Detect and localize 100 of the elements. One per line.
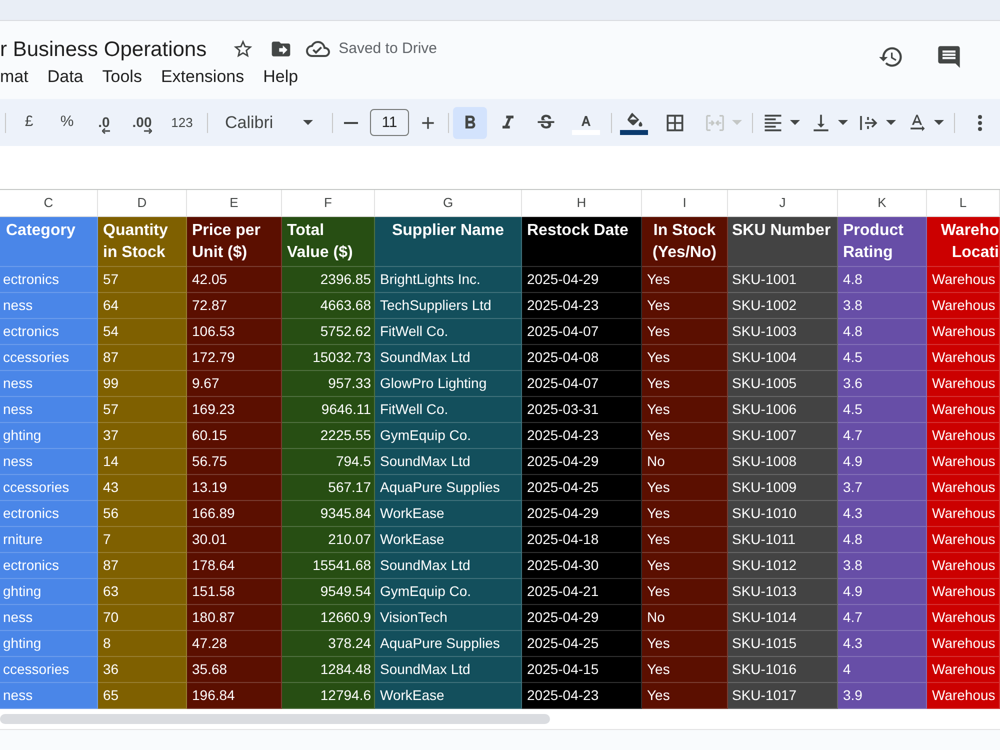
table-cell: 4.3 — [838, 631, 927, 657]
menu-item[interactable]: Data — [47, 68, 84, 84]
bold-button[interactable] — [453, 106, 487, 138]
table-cell: SKU-1012 — [728, 553, 838, 579]
table-cell: 8 — [98, 631, 187, 657]
table-cell: 2025-04-23 — [522, 293, 642, 319]
table-cell: SKU-1007 — [728, 423, 838, 449]
table-cell: Warehous — [927, 683, 1000, 709]
table-cell: 106.53 — [187, 319, 282, 345]
table-cell: SKU-1006 — [728, 397, 838, 423]
table-cell: 4.7 — [838, 605, 927, 631]
increase-decimal-button[interactable]: .00 — [127, 106, 157, 138]
table-cell: No — [642, 605, 728, 631]
currency-button[interactable]: £ — [14, 106, 44, 138]
table-cell: GlowPro Lighting — [375, 371, 522, 397]
table-cell: FitWell Co. — [375, 319, 522, 345]
table-cell: 13.19 — [187, 475, 282, 501]
table-cell: Yes — [642, 683, 728, 709]
table-cell: 12660.9 — [282, 605, 375, 631]
table-cell: Warehous — [927, 475, 1000, 501]
table-cell: 4 — [838, 657, 927, 683]
column-header: SKU Number — [728, 217, 838, 267]
table-cell: TechSuppliers Ltd — [375, 293, 522, 319]
table-cell: 2025-04-15 — [522, 657, 642, 683]
menu-item[interactable]: Extensions — [160, 68, 244, 84]
menu-item[interactable]: Tools — [102, 68, 142, 84]
table-cell: 180.87 — [187, 605, 282, 631]
table-cell: 2025-04-23 — [522, 683, 642, 709]
table-cell: Warehous — [927, 501, 1000, 527]
table-cell: 172.79 — [187, 345, 282, 371]
table-cell: ectronics — [0, 267, 98, 293]
merge-icon — [706, 114, 724, 132]
table-cell: SKU-1003 — [728, 319, 838, 345]
table-cell: Yes — [642, 293, 728, 319]
table-cell: ccessories — [0, 345, 98, 371]
table-cell: SKU-1017 — [728, 683, 838, 709]
table-cell: 64 — [98, 293, 187, 319]
table-cell: ness — [0, 605, 98, 631]
comment-icon[interactable] — [936, 44, 962, 70]
document-title[interactable]: r Business Operations — [0, 38, 207, 60]
column-header: Restock Date — [522, 217, 642, 267]
font-select[interactable]: Calibri — [216, 106, 323, 138]
table-cell: ness — [0, 683, 98, 709]
table-cell: SoundMax Ltd — [375, 449, 522, 475]
decrease-decimal-button[interactable]: .0 — [89, 106, 119, 138]
table-cell: 2025-04-30 — [522, 553, 642, 579]
table-cell: ectronics — [0, 319, 98, 345]
table-cell: ghting — [0, 631, 98, 657]
font-size-field[interactable]: 11 — [370, 109, 409, 136]
table-cell: 56 — [98, 501, 187, 527]
table-cell: 2025-04-25 — [522, 475, 642, 501]
text-overflow-icon — [860, 114, 878, 130]
table-cell: Yes — [642, 397, 728, 423]
table-cell: 4.3 — [838, 501, 927, 527]
table-cell: 169.23 — [187, 397, 282, 423]
column-header: Wareho Locati — [927, 217, 1000, 267]
table-cell: Yes — [642, 345, 728, 371]
left-arrow-icon — [102, 128, 110, 134]
table-cell: 2025-04-07 — [522, 319, 642, 345]
table-cell: Warehous — [927, 527, 1000, 553]
table-cell: 2396.85 — [282, 267, 375, 293]
star-icon[interactable] — [232, 38, 254, 60]
column-header: Price per Unit ($) — [187, 217, 282, 267]
table-cell: 72.87 — [187, 293, 282, 319]
table-cell: Warehous — [927, 449, 1000, 475]
table-cell: 3.6 — [838, 371, 927, 397]
table-cell: SKU-1015 — [728, 631, 838, 657]
table-cell: 4.9 — [838, 579, 927, 605]
save-status: Saved to Drive — [338, 38, 437, 59]
table-cell: 2025-04-29 — [522, 267, 642, 293]
table-cell: 5752.62 — [282, 319, 375, 345]
table-cell: 15032.73 — [282, 345, 375, 371]
table-cell: 57 — [98, 397, 187, 423]
table-cell: 56.75 — [187, 449, 282, 475]
table-cell: 35.68 — [187, 657, 282, 683]
table-cell: 567.17 — [282, 475, 375, 501]
table-cell: 2025-04-07 — [522, 371, 642, 397]
percent-button[interactable]: % — [52, 106, 82, 138]
table-cell: 65 — [98, 683, 187, 709]
table-cell: VisionTech — [375, 605, 522, 631]
table-cell: 151.58 — [187, 579, 282, 605]
menu-item[interactable]: mat — [0, 68, 28, 84]
right-arrow-icon — [144, 128, 152, 134]
table-cell: SoundMax Ltd — [375, 657, 522, 683]
table-cell: ghting — [0, 579, 98, 605]
table-cell: 87 — [98, 345, 187, 371]
table-cell: Yes — [642, 319, 728, 345]
more-icon — [978, 114, 982, 130]
table-cell: 4.5 — [838, 397, 927, 423]
table-cell: Yes — [642, 527, 728, 553]
table-cell: 166.89 — [187, 501, 282, 527]
table-cell: rniture — [0, 527, 98, 553]
table-cell: 2025-04-23 — [522, 423, 642, 449]
table-cell: ccessories — [0, 657, 98, 683]
horizontal-scrollbar[interactable] — [0, 714, 550, 724]
menu-item[interactable]: Help — [263, 68, 298, 84]
table-cell: 4.9 — [838, 449, 927, 475]
table-cell: Yes — [642, 579, 728, 605]
table-cell: Warehous — [927, 605, 1000, 631]
number-format-button[interactable]: 123 — [165, 106, 199, 138]
